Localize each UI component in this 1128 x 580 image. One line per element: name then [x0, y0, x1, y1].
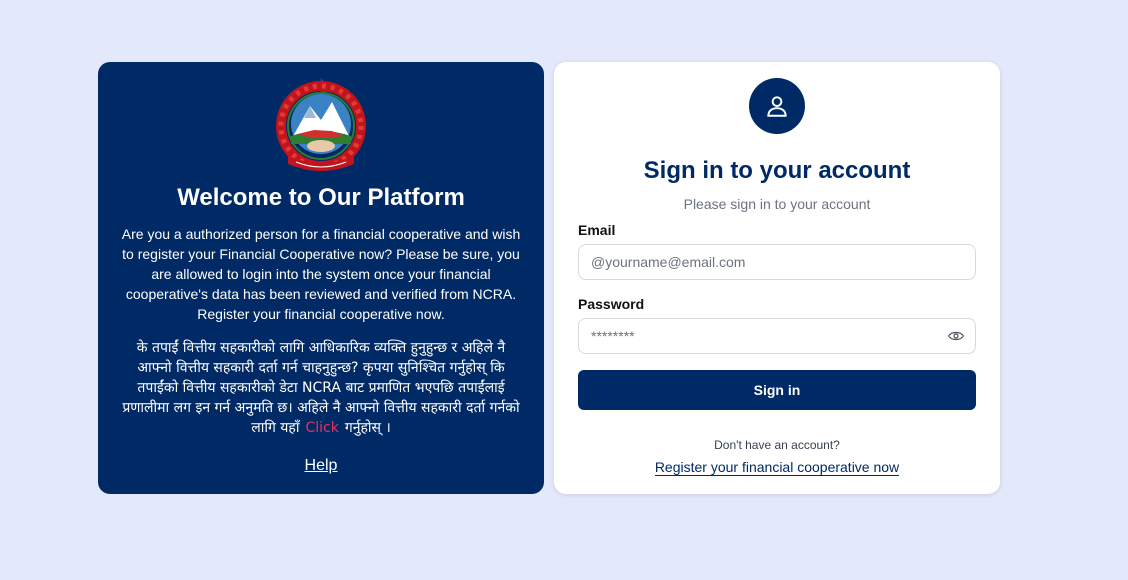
- welcome-panel: Welcome to Our Platform Are you a author…: [98, 62, 544, 494]
- signin-title: Sign in to your account: [643, 157, 911, 184]
- email-label: Email: [578, 222, 616, 238]
- nepali-text-end: गर्नुहोस् ।: [344, 420, 391, 436]
- register-link[interactable]: Register your financial cooperative now: [654, 459, 900, 476]
- register-link-row: Register your financial cooperative now: [554, 459, 1000, 476]
- help-link-row: Help: [98, 457, 544, 475]
- password-field[interactable]: [578, 318, 976, 354]
- welcome-title: Welcome to Our Platform: [177, 184, 465, 211]
- welcome-description-nepali: के तपाईं वित्तीय सहकारीको लागि आधिकारिक …: [118, 338, 524, 438]
- eye-icon[interactable]: [948, 330, 964, 342]
- password-label: Password: [578, 296, 645, 312]
- signin-card: Sign in to your account Please sign in t…: [554, 62, 1000, 494]
- email-field[interactable]: [578, 244, 976, 280]
- user-icon: [767, 96, 787, 117]
- no-account-text: Don't have an account?: [714, 438, 840, 452]
- click-link[interactable]: Click: [305, 420, 338, 436]
- signin-subtitle: Please sign in to your account: [683, 196, 871, 212]
- nepal-emblem-icon: [276, 78, 366, 171]
- welcome-description-english: Are you a authorized person for a financ…: [121, 226, 521, 322]
- user-avatar: [749, 78, 805, 134]
- signin-button[interactable]: Sign in: [578, 370, 976, 410]
- help-link[interactable]: Help: [305, 457, 338, 474]
